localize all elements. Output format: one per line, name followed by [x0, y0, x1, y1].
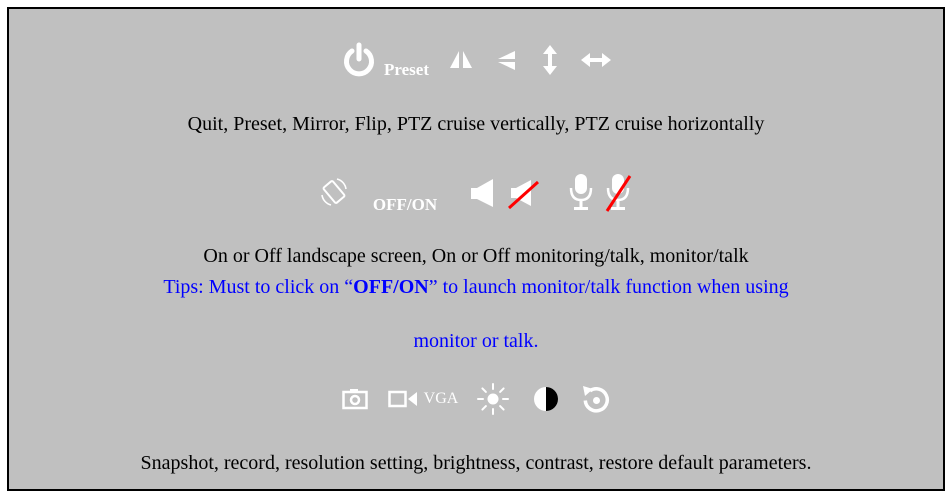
- tips-line-2: monitor or talk.: [413, 330, 539, 352]
- row-2-caption: On or Off landscape screen, On or Off mo…: [203, 245, 749, 267]
- flip-icon[interactable]: [497, 48, 517, 72]
- screen-rotate-icon[interactable]: [319, 177, 349, 209]
- video-record-icon[interactable]: [387, 389, 418, 409]
- instructions-panel: Preset Quit, Preset, Mirror, Flip, PTZ c…: [7, 7, 945, 491]
- mirror-icon[interactable]: [449, 48, 473, 72]
- sun-icon[interactable]: [476, 382, 510, 416]
- row-1-caption: Quit, Preset, Mirror, Flip, PTZ cruise v…: [187, 113, 765, 135]
- microphone-icon[interactable]: [569, 174, 593, 212]
- speaker-muted-icon[interactable]: [507, 177, 540, 209]
- vga-resolution-label[interactable]: VGA: [424, 390, 459, 408]
- speaker-icon[interactable]: [471, 178, 495, 208]
- vertical-arrows-icon[interactable]: [543, 45, 557, 75]
- tips-suffix: ” to launch monitor/talk function when u…: [428, 276, 789, 298]
- restore-icon[interactable]: [582, 385, 610, 413]
- control-icons-row-3: VGA: [9, 379, 943, 419]
- camera-icon[interactable]: [341, 388, 368, 410]
- horizontal-arrows-icon[interactable]: [581, 52, 611, 68]
- contrast-icon[interactable]: [532, 385, 560, 413]
- control-icons-row-1: Preset: [9, 35, 943, 85]
- control-icons-row-2: OFF/ON: [9, 169, 943, 217]
- preset-label[interactable]: Preset: [384, 60, 429, 80]
- tips-off-on: OFF/ON: [353, 276, 429, 298]
- tips-line-1: Tips: Must to click on “OFF/ON” to launc…: [9, 269, 943, 305]
- off-on-label[interactable]: OFF/ON: [373, 195, 437, 215]
- row-3-caption: Snapshot, record, resolution setting, br…: [140, 452, 812, 474]
- power-icon[interactable]: [341, 42, 377, 78]
- microphone-muted-icon[interactable]: [603, 173, 633, 213]
- tips-prefix: Tips: Must to click on “: [163, 276, 354, 298]
